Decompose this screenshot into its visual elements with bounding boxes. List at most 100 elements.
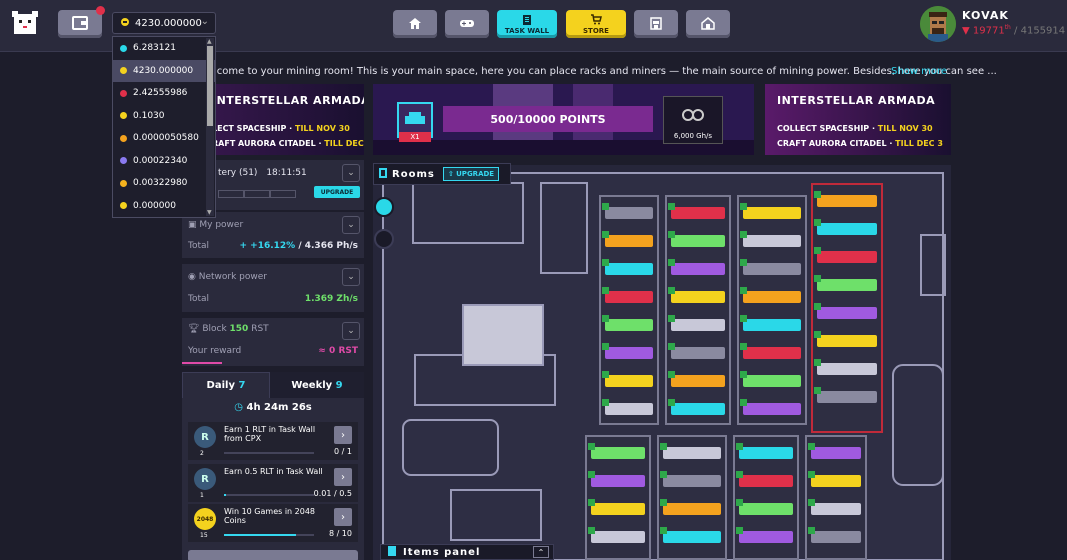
dropdown-scrollbar[interactable]: ▲ ▼ [206,38,214,216]
miner[interactable] [671,291,725,303]
miner[interactable] [811,447,861,459]
room-selector-1[interactable] [374,197,394,217]
network-power-expand-button[interactable]: ⌄ [342,268,360,286]
miner[interactable] [605,291,653,303]
currency-option[interactable]: 0.1030 [113,105,215,128]
task-go-button[interactable]: › [334,468,352,486]
miner[interactable] [743,235,801,247]
currency-option[interactable]: 6.283121 [113,37,215,60]
miner[interactable] [663,475,721,487]
battery-expand-button[interactable]: ⌄ [342,164,360,182]
wallet-button[interactable] [58,10,102,38]
miner[interactable] [663,503,721,515]
event-banner-right[interactable]: INTERSTELLAR ARMADA COLLECT SPACESHIP · … [765,84,951,155]
miner[interactable] [671,235,725,247]
miner-level-badge [588,471,595,478]
miner[interactable] [743,263,801,275]
miner[interactable] [591,475,645,487]
items-panel-header[interactable]: Items panel ⌃ [380,544,554,560]
miner[interactable] [743,403,801,415]
miner[interactable] [671,375,725,387]
miner[interactable] [817,279,877,291]
nav-my-room-button[interactable] [686,10,730,38]
scroll-up-icon[interactable]: ▲ [207,38,212,45]
scrollbar-thumb[interactable] [207,46,213,126]
miner[interactable] [591,503,645,515]
currency-option[interactable]: 0.0000050580 [113,127,215,150]
tab-weekly[interactable]: Weekly 9 [270,372,364,398]
miner[interactable] [817,391,877,403]
miner[interactable] [739,503,793,515]
currency-option[interactable]: 0.000000 [113,195,215,218]
tasks-action-button[interactable] [188,550,358,560]
show-more-link[interactable]: Show more [891,66,947,77]
miner[interactable] [817,195,877,207]
miner[interactable] [817,363,877,375]
rack[interactable] [599,195,659,425]
rack[interactable] [737,195,807,425]
reward-label: Your reward [188,346,242,356]
miner[interactable] [671,403,725,415]
task-go-button[interactable]: › [334,508,352,526]
nav-games-button[interactable] [445,10,489,38]
room-upgrade-button[interactable]: ⇧ UPGRADE [442,167,500,181]
event-banner-progress[interactable]: 500/10000 POINTS X1 6,000 Gh/s [373,84,754,155]
miner[interactable] [671,319,725,331]
scroll-down-icon[interactable]: ▼ [207,209,212,216]
currency-option[interactable]: 4230.000000 [113,59,215,82]
miner[interactable] [739,447,793,459]
miner[interactable] [671,207,725,219]
currency-option[interactable]: 2.42555986 [113,82,215,105]
miner[interactable] [811,531,861,543]
miner[interactable] [663,447,721,459]
miner[interactable] [591,531,645,543]
room-selector-2[interactable] [374,229,394,249]
currency-select[interactable]: 4230.000000 ⌄ [112,12,216,34]
rollercoin-logo[interactable] [10,8,40,38]
miner[interactable] [817,251,877,263]
my-power-expand-button[interactable]: ⌄ [342,216,360,234]
currency-option[interactable]: 0.00022340 [113,150,215,173]
miner[interactable] [605,375,653,387]
nav-home-button[interactable] [393,10,437,38]
miner[interactable] [743,291,801,303]
miner[interactable] [817,223,877,235]
nav-task-wall-button[interactable]: TASK WALL [497,10,557,38]
nav-marketplace-button[interactable] [634,10,678,38]
miner[interactable] [743,347,801,359]
battery-upgrade-button[interactable]: UPGRADE [314,186,360,198]
house-icon [701,16,715,32]
chevron-up-icon[interactable]: ⌃ [533,546,549,558]
rack[interactable] [665,195,731,425]
miner[interactable] [605,235,653,247]
miner[interactable] [605,263,653,275]
miner[interactable] [671,263,725,275]
miner[interactable] [817,335,877,347]
task-go-button[interactable]: › [334,426,352,444]
miner[interactable] [663,531,721,543]
miner[interactable] [817,307,877,319]
tab-daily[interactable]: Daily 7 [182,372,270,398]
user-name[interactable]: KOVAK [962,9,1009,22]
miner[interactable] [743,375,801,387]
avatar[interactable] [920,6,956,42]
miner[interactable] [743,319,801,331]
task-reward-count: 1 [200,492,204,499]
miner[interactable] [739,475,793,487]
miner[interactable] [605,403,653,415]
nav-store-button[interactable]: STORE [566,10,626,38]
miner[interactable] [739,531,793,543]
currency-dropdown[interactable]: 6.283121 4230.000000 2.42555986 0.1030 0.000… [112,36,216,218]
miner[interactable] [605,319,653,331]
miner[interactable] [811,503,861,515]
currency-option-value: 4230.000000 [133,65,194,76]
block-expand-button[interactable]: ⌄ [342,322,360,340]
miner[interactable] [605,207,653,219]
miner[interactable] [811,475,861,487]
mining-room[interactable] [373,165,951,560]
currency-option[interactable]: 0.00322980 [113,172,215,195]
miner[interactable] [743,207,801,219]
miner[interactable] [671,347,725,359]
miner[interactable] [591,447,645,459]
miner[interactable] [605,347,653,359]
